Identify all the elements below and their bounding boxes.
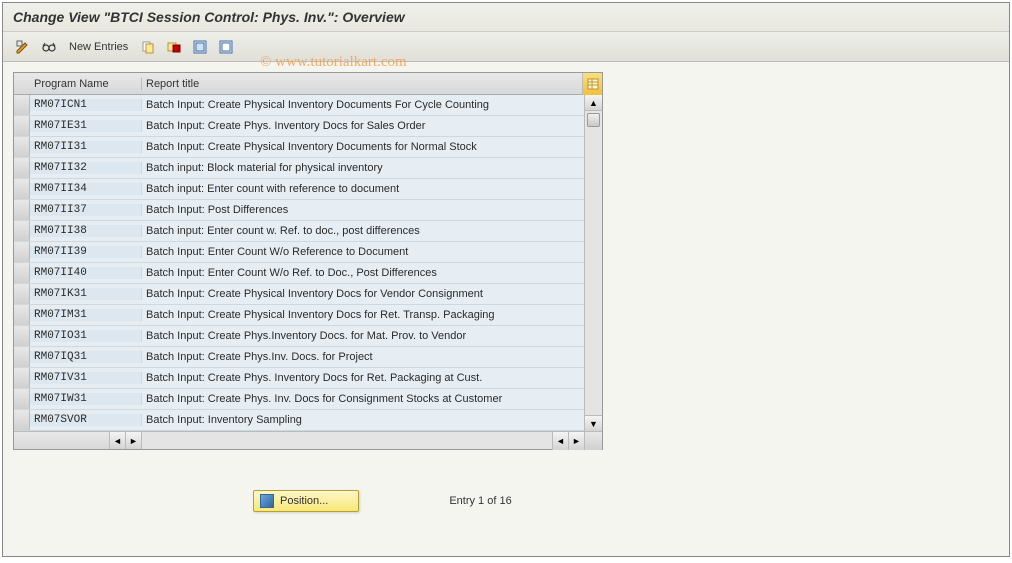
sap-window: Change View "BTCI Session Control: Phys.… xyxy=(2,2,1010,557)
glasses-icon[interactable] xyxy=(39,37,59,57)
cell-program-name[interactable]: RM07IM31 xyxy=(30,309,142,321)
row-selector[interactable] xyxy=(14,179,30,199)
change-display-toggle-icon[interactable] xyxy=(13,37,33,57)
cell-report-title[interactable]: Batch Input: Inventory Sampling xyxy=(142,414,584,426)
cell-report-title[interactable]: Batch input: Enter count with reference … xyxy=(142,183,584,195)
data-table: Program Name Report title RM07ICN1Batch … xyxy=(13,72,603,450)
footer: Position... Entry 1 of 16 xyxy=(253,490,999,512)
cell-program-name[interactable]: RM07II31 xyxy=(30,141,142,153)
scroll-down-icon[interactable]: ▼ xyxy=(585,415,602,431)
scroll-corner xyxy=(584,432,602,450)
hscroll-right2-icon[interactable]: ► xyxy=(568,432,584,450)
column-header-title[interactable]: Report title xyxy=(142,78,582,90)
cell-program-name[interactable]: RM07II37 xyxy=(30,204,142,216)
cell-report-title[interactable]: Batch Input: Post Differences xyxy=(142,204,584,216)
row-selector[interactable] xyxy=(14,242,30,262)
table-settings-icon[interactable] xyxy=(582,73,602,95)
hscroll-right-icon[interactable]: ◄ xyxy=(552,432,568,450)
cell-report-title[interactable]: Batch Input: Enter Count W/o Reference t… xyxy=(142,246,584,258)
row-selector[interactable] xyxy=(14,263,30,283)
row-selector[interactable] xyxy=(14,305,30,325)
deselect-icon[interactable] xyxy=(216,37,236,57)
new-entries-button[interactable]: New Entries xyxy=(65,41,132,53)
cell-program-name[interactable]: RM07IQ31 xyxy=(30,351,142,363)
row-selector[interactable] xyxy=(14,158,30,178)
cell-program-name[interactable]: RM07IE31 xyxy=(30,120,142,132)
horizontal-scrollbar[interactable]: ◄ ► ◄ ► xyxy=(14,431,602,449)
page-title: Change View "BTCI Session Control: Phys.… xyxy=(3,3,1009,32)
table-row[interactable]: RM07IE31Batch Input: Create Phys. Invent… xyxy=(14,116,584,137)
scroll-thumb[interactable] xyxy=(587,113,600,127)
cell-program-name[interactable]: RM07IK31 xyxy=(30,288,142,300)
content-area: Program Name Report title RM07ICN1Batch … xyxy=(3,62,1009,556)
table-header: Program Name Report title xyxy=(14,73,602,95)
cell-report-title[interactable]: Batch Input: Create Physical Inventory D… xyxy=(142,99,584,111)
row-selector[interactable] xyxy=(14,116,30,136)
table-row[interactable]: RM07II34Batch input: Enter count with re… xyxy=(14,179,584,200)
position-icon xyxy=(260,494,274,508)
cell-program-name[interactable]: RM07II39 xyxy=(30,246,142,258)
table-row[interactable]: RM07IQ31Batch Input: Create Phys.Inv. Do… xyxy=(14,347,584,368)
row-selector[interactable] xyxy=(14,347,30,367)
row-selector[interactable] xyxy=(14,200,30,220)
scroll-up-icon[interactable]: ▲ xyxy=(585,95,602,111)
row-selector[interactable] xyxy=(14,221,30,241)
cell-program-name[interactable]: RM07II40 xyxy=(30,267,142,279)
table-row[interactable]: RM07II32Batch input: Block material for … xyxy=(14,158,584,179)
cell-program-name[interactable]: RM07ICN1 xyxy=(30,99,142,111)
row-selector[interactable] xyxy=(14,410,30,430)
cell-report-title[interactable]: Batch Input: Create Physical Inventory D… xyxy=(142,141,584,153)
cell-report-title[interactable]: Batch Input: Create Phys.Inventory Docs.… xyxy=(142,330,584,342)
row-selector[interactable] xyxy=(14,368,30,388)
hscroll-left-icon[interactable]: ◄ xyxy=(109,432,125,449)
cell-program-name[interactable]: RM07II34 xyxy=(30,183,142,195)
scroll-track[interactable] xyxy=(585,111,602,415)
row-selector[interactable] xyxy=(14,326,30,346)
hscroll-left2-icon[interactable]: ► xyxy=(125,432,141,449)
table-row[interactable]: RM07IV31Batch Input: Create Phys. Invent… xyxy=(14,368,584,389)
cell-program-name[interactable]: RM07SVOR xyxy=(30,414,142,426)
table-row[interactable]: RM07IM31Batch Input: Create Physical Inv… xyxy=(14,305,584,326)
table-row[interactable]: RM07IO31Batch Input: Create Phys.Invento… xyxy=(14,326,584,347)
position-button[interactable]: Position... xyxy=(253,490,359,512)
toolbar: New Entries xyxy=(3,32,1009,62)
table-row[interactable]: RM07II39Batch Input: Enter Count W/o Ref… xyxy=(14,242,584,263)
cell-report-title[interactable]: Batch Input: Create Phys. Inventory Docs… xyxy=(142,372,584,384)
cell-program-name[interactable]: RM07IW31 xyxy=(30,393,142,405)
table-row[interactable]: RM07II40Batch Input: Enter Count W/o Ref… xyxy=(14,263,584,284)
row-selector[interactable] xyxy=(14,137,30,157)
cell-program-name[interactable]: RM07IV31 xyxy=(30,372,142,384)
cell-report-title[interactable]: Batch Input: Create Phys. Inventory Docs… xyxy=(142,120,584,132)
entry-counter: Entry 1 of 16 xyxy=(449,495,511,507)
table-row[interactable]: RM07IW31Batch Input: Create Phys. Inv. D… xyxy=(14,389,584,410)
row-selector[interactable] xyxy=(14,284,30,304)
cell-report-title[interactable]: Batch Input: Enter Count W/o Ref. to Doc… xyxy=(142,267,584,279)
cell-report-title[interactable]: Batch Input: Create Physical Inventory D… xyxy=(142,309,584,321)
select-icon[interactable] xyxy=(190,37,210,57)
cell-report-title[interactable]: Batch input: Block material for physical… xyxy=(142,162,584,174)
table-row[interactable]: RM07IK31Batch Input: Create Physical Inv… xyxy=(14,284,584,305)
cell-report-title[interactable]: Batch Input: Create Phys.Inv. Docs. for … xyxy=(142,351,584,363)
column-header-program[interactable]: Program Name xyxy=(30,78,142,90)
vertical-scrollbar[interactable]: ▲ ▼ xyxy=(584,95,602,431)
cell-report-title[interactable]: Batch Input: Create Phys. Inv. Docs for … xyxy=(142,393,584,405)
rows-container: RM07ICN1Batch Input: Create Physical Inv… xyxy=(14,95,584,431)
cell-program-name[interactable]: RM07II32 xyxy=(30,162,142,174)
table-row[interactable]: RM07SVORBatch Input: Inventory Sampling xyxy=(14,410,584,431)
table-row[interactable]: RM07II37Batch Input: Post Differences xyxy=(14,200,584,221)
cell-report-title[interactable]: Batch Input: Create Physical Inventory D… xyxy=(142,288,584,300)
cell-program-name[interactable]: RM07II38 xyxy=(30,225,142,237)
position-label: Position... xyxy=(280,495,328,507)
row-selector[interactable] xyxy=(14,389,30,409)
table-row[interactable]: RM07ICN1Batch Input: Create Physical Inv… xyxy=(14,95,584,116)
copy-icon[interactable] xyxy=(138,37,158,57)
cell-program-name[interactable]: RM07IO31 xyxy=(30,330,142,342)
delimit-icon[interactable] xyxy=(164,37,184,57)
row-selector[interactable] xyxy=(14,95,30,115)
table-row[interactable]: RM07II31Batch Input: Create Physical Inv… xyxy=(14,137,584,158)
table-row[interactable]: RM07II38Batch input: Enter count w. Ref.… xyxy=(14,221,584,242)
cell-report-title[interactable]: Batch input: Enter count w. Ref. to doc.… xyxy=(142,225,584,237)
